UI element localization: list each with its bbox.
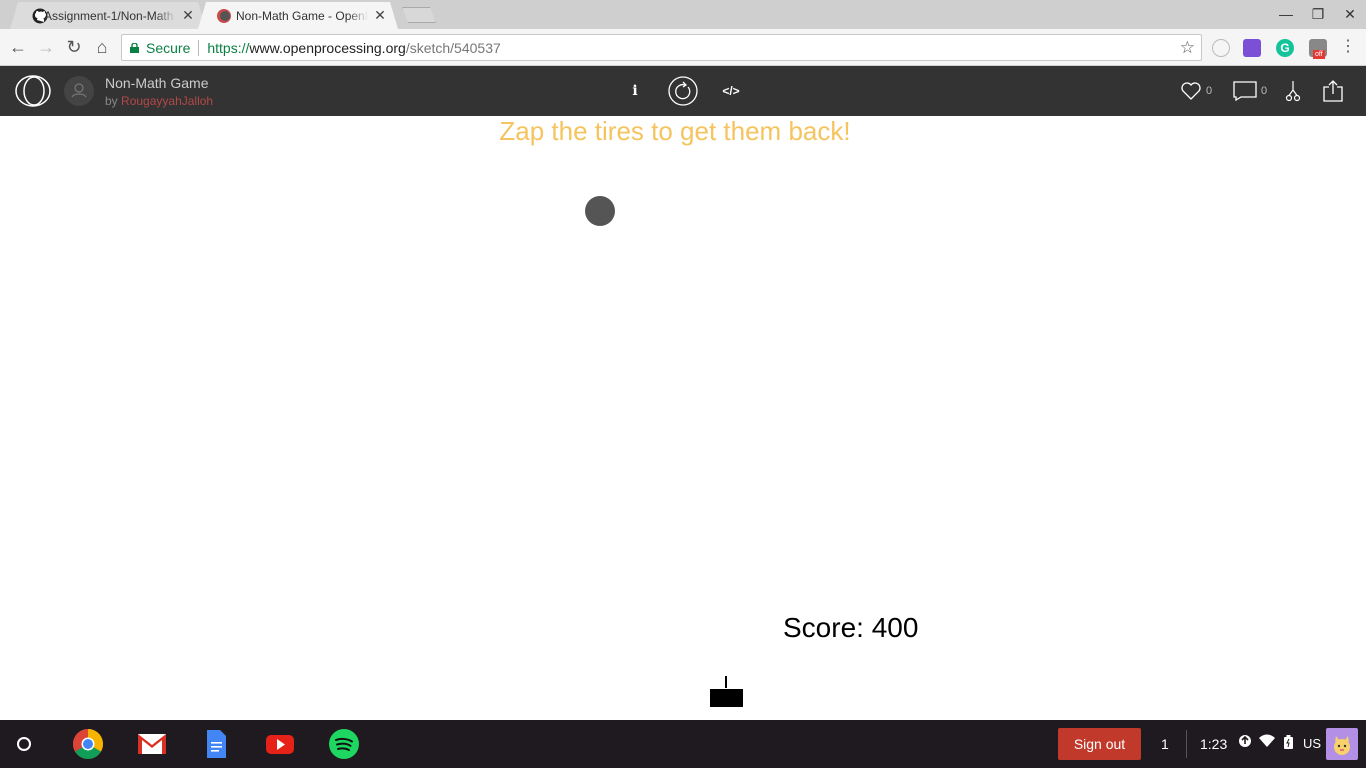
tray-divider <box>1186 730 1187 758</box>
wifi-icon[interactable] <box>1259 734 1275 751</box>
tab-openprocessing[interactable]: Non-Math Game - OpenProcessing ✕ <box>198 2 398 29</box>
tab-strip: Assignment-1/Non-Math Game ✕ Non-Math Ga… <box>0 0 1366 29</box>
menu-kebab-icon[interactable]: ⋮ <box>1338 37 1358 57</box>
openprocessing-favicon <box>217 9 231 23</box>
minimize-icon[interactable]: — <box>1272 4 1300 24</box>
forward-icon[interactable]: → <box>36 37 56 57</box>
grammarly-icon[interactable]: G <box>1276 39 1294 57</box>
extension-circle-icon[interactable] <box>1212 39 1230 57</box>
share-icon <box>1323 80 1343 102</box>
lock-icon <box>130 42 139 53</box>
clock[interactable]: 1:23 <box>1200 736 1227 752</box>
restart-icon <box>668 76 698 106</box>
avatar[interactable] <box>64 76 94 106</box>
locale-indicator[interactable]: US <box>1303 736 1321 751</box>
shield-extension-icon[interactable]: off <box>1309 39 1327 59</box>
chrome-icon[interactable] <box>72 728 104 760</box>
share-button[interactable] <box>1322 76 1344 106</box>
by-prefix: by <box>105 94 118 108</box>
fork-button[interactable] <box>1284 76 1302 106</box>
tab-github[interactable]: Assignment-1/Non-Math Game ✕ <box>10 2 206 29</box>
home-icon[interactable]: ⌂ <box>92 37 112 57</box>
security-label: Secure <box>146 39 191 56</box>
comment-count: 0 <box>1261 85 1268 97</box>
like-button[interactable]: 0 <box>1180 76 1212 106</box>
url-host: www.openprocessing.org <box>249 39 406 56</box>
heart-icon <box>1181 82 1201 100</box>
sketch-title: Non-Math Game <box>105 75 209 91</box>
fork-icon <box>1285 81 1301 102</box>
spotify-icon[interactable] <box>328 728 360 760</box>
author-link[interactable]: RougayyahJalloh <box>121 94 213 108</box>
tab-title: Non-Math Game - OpenProcessing <box>236 8 368 23</box>
battery-icon[interactable] <box>1284 735 1293 752</box>
user-avatar[interactable] <box>1326 728 1358 760</box>
info-button[interactable]: i <box>625 76 645 106</box>
notification-count[interactable]: 1 <box>1161 736 1169 752</box>
zapper-barrel <box>725 676 727 688</box>
like-count: 0 <box>1206 85 1213 97</box>
os-shelf: Sign out 1 1:23 US <box>0 720 1366 768</box>
comment-button[interactable]: 0 <box>1233 76 1267 106</box>
game-message: Zap the tires to get them back! <box>499 116 851 146</box>
zapper-player[interactable] <box>710 689 743 707</box>
sign-out-button[interactable]: Sign out <box>1058 728 1141 760</box>
browser-toolbar: ← → ↻ ⌂ Secure https://www.openprocessin… <box>0 29 1366 66</box>
gmail-icon[interactable] <box>136 728 168 760</box>
extension-badge: off <box>1313 50 1325 59</box>
sketch-byline: by RougayyahJalloh <box>105 94 213 108</box>
tab-title: Assignment-1/Non-Math Game <box>44 8 176 23</box>
launcher-icon[interactable] <box>17 737 31 751</box>
restore-icon[interactable]: ❐ <box>1304 4 1332 24</box>
update-icon[interactable] <box>1238 734 1252 751</box>
url-path: /sketch/540537 <box>405 39 501 56</box>
new-tab-button[interactable] <box>402 7 436 23</box>
omnibox-divider <box>198 39 200 56</box>
address-bar[interactable]: Secure https://www.openprocessing.org/sk… <box>121 34 1202 61</box>
user-cat-icon <box>1334 736 1350 755</box>
sketch-canvas[interactable]: Zap the tires to get them back! Score: 4… <box>0 116 1366 720</box>
tire-target[interactable] <box>585 196 615 226</box>
comment-icon <box>1233 81 1257 101</box>
close-tab-icon[interactable]: ✕ <box>372 7 388 24</box>
code-button[interactable]: </> <box>719 76 743 106</box>
url-scheme: https:// <box>207 39 250 56</box>
openprocessing-logo[interactable] <box>15 75 51 107</box>
reload-icon[interactable]: ↻ <box>64 37 84 57</box>
puzzle-extension-icon[interactable] <box>1243 39 1261 57</box>
user-icon <box>71 83 87 98</box>
docs-icon[interactable] <box>200 728 232 760</box>
youtube-icon[interactable] <box>264 728 296 760</box>
score-display: Score: 400 <box>783 612 919 643</box>
bookmark-star-icon[interactable]: ☆ <box>1180 38 1195 58</box>
restart-button[interactable] <box>668 76 698 106</box>
window-close-icon[interactable]: ✕ <box>1336 4 1364 24</box>
openprocessing-header: Non-Math Game by RougayyahJalloh i </> 0… <box>0 66 1366 116</box>
back-icon[interactable]: ← <box>8 37 28 57</box>
close-tab-icon[interactable]: ✕ <box>180 7 196 24</box>
